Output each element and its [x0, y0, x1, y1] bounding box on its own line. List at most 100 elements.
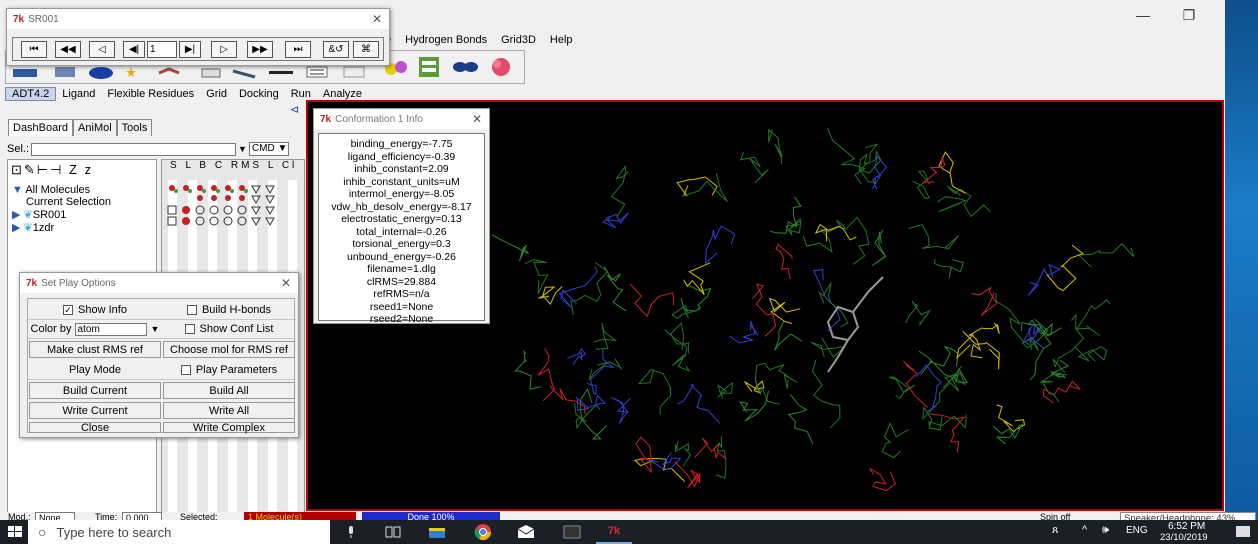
tk-icon: 7k	[13, 13, 25, 25]
column-markers-icon[interactable]	[166, 184, 296, 234]
expand-icon: ▼	[12, 184, 26, 196]
tab-tools[interactable]: Tools	[116, 119, 153, 136]
conf-line: rseed1=None	[369, 300, 434, 313]
make-clust-rms-ref-button[interactable]: Make clust RMS ref	[29, 341, 161, 358]
main-window: — ❐ ✕ e Hydrogen Bonds Grid3D Help ADT4.…	[0, 0, 1258, 523]
write-current-button[interactable]: Write Current	[29, 402, 161, 419]
menu-item-help[interactable]: Help	[550, 34, 573, 46]
molecule-icon: ❦	[23, 209, 33, 221]
taskbar-search[interactable]: ○ Type here to search	[28, 520, 330, 544]
fast-forward-button[interactable]: ▶▶	[247, 41, 273, 58]
sr001-title: SR001	[28, 13, 59, 25]
file-explorer-icon[interactable]	[428, 523, 446, 541]
clock-date[interactable]: 23/10/2019	[1160, 532, 1208, 543]
conf-line: unbound_energy=-0.26	[347, 250, 456, 263]
color-by-row: Color by atom ▼	[28, 320, 162, 339]
dropdown-arrow-icon[interactable]: ▼	[238, 144, 247, 154]
write-all-button[interactable]: Write All	[163, 402, 295, 419]
dropdown-arrow-icon[interactable]: ▼	[151, 324, 160, 334]
column-headers[interactable]: S L B C RMS L Cl	[170, 160, 297, 171]
build-all-button[interactable]: Build All	[163, 382, 295, 399]
adt-taskbar-icon[interactable]: 7k	[596, 520, 632, 544]
settings-icon[interactable]: ⌘	[353, 41, 379, 58]
current-selection[interactable]: Current Selection	[8, 196, 156, 208]
cmd-select[interactable]: CMD ▼	[248, 142, 289, 156]
speaker-icon[interactable]: 🕪	[1102, 524, 1109, 537]
show-conf-list-checkbox[interactable]: Show Conf List	[162, 320, 296, 339]
frame-input[interactable]: 1	[147, 41, 177, 58]
windows-start-icon[interactable]	[6, 523, 24, 541]
write-complex-button[interactable]: Write Complex	[163, 422, 295, 434]
grid-tools-icon[interactable]	[416, 55, 442, 79]
tab-run[interactable]: Run	[285, 88, 317, 100]
tab-ligand[interactable]: Ligand	[56, 88, 101, 100]
play-mode-button[interactable]: Play Mode	[28, 361, 162, 380]
close-icon[interactable]: ✕	[281, 276, 291, 290]
minimize-button[interactable]: —	[1120, 0, 1166, 30]
tree-item-1zdr[interactable]: ▶ ❦1zdr	[8, 221, 156, 234]
dashboard-tabs: DashBoard AniMol Tools	[8, 119, 153, 136]
set-play-title: Set Play Options	[41, 277, 116, 289]
play-parameters-checkbox[interactable]: Play Parameters	[162, 361, 296, 380]
tab-grid[interactable]: Grid	[200, 88, 233, 100]
first-frame-button[interactable]: ⏮	[21, 41, 47, 58]
conf-line: ligand_efficiency=-0.39	[347, 150, 456, 163]
conformation-info-window: 7k Conformation 1 Info ✕ binding_energy=…	[313, 108, 490, 325]
build-hbonds-checkbox[interactable]: Build H-bonds	[162, 301, 296, 320]
last-frame-button[interactable]: ⏭	[285, 41, 311, 58]
play-button[interactable]: ▷	[211, 41, 237, 58]
microphone-icon[interactable]	[342, 523, 360, 541]
tk-icon: 7k	[26, 277, 38, 289]
taskbar: ○ Type here to search 7k ጸ ^ 🕪 ENG 6:52 …	[0, 520, 1258, 544]
tab-flexible-residues[interactable]: Flexible Residues	[101, 88, 200, 100]
terminal-icon[interactable]	[563, 523, 581, 541]
tree-tools-icons[interactable]: ⊡✎⊢⊣ Z z	[8, 160, 156, 180]
tab-analyze[interactable]: Analyze	[317, 88, 368, 100]
loop-icon[interactable]: &↺	[323, 41, 349, 58]
conformation-title-bar[interactable]: 7k Conformation 1 Info ✕	[314, 109, 489, 129]
chrome-icon[interactable]	[474, 523, 492, 541]
step-back-button[interactable]: ◀|	[123, 41, 145, 58]
close-icon[interactable]: ✕	[372, 12, 382, 26]
tab-dashboard[interactable]: DashBoard	[8, 119, 74, 136]
set-play-title-bar[interactable]: 7k Set Play Options ✕	[20, 273, 298, 293]
fast-back-button[interactable]: ◀◀	[55, 41, 81, 58]
search-placeholder: Type here to search	[56, 524, 172, 540]
step-forward-button[interactable]: ▶|	[179, 41, 201, 58]
choose-mol-rms-ref-button[interactable]: Choose mol for RMS ref	[163, 341, 295, 358]
menu-item-grid3d[interactable]: Grid3D	[501, 34, 536, 46]
build-current-button[interactable]: Build Current	[29, 382, 161, 399]
conf-line: filename=1.dlg	[367, 263, 436, 275]
tree-root[interactable]: ▼ All Molecules	[8, 184, 156, 196]
task-view-icon[interactable]	[384, 523, 402, 541]
tab-animol[interactable]: AniMol	[73, 119, 117, 136]
people-icon[interactable]: ጸ	[1052, 524, 1058, 537]
sr001-title-bar[interactable]: 7k SR001 ✕	[7, 9, 389, 29]
menu-item-hydrogen-bonds[interactable]: Hydrogen Bonds	[405, 34, 487, 46]
color-by-select[interactable]: atom	[74, 322, 147, 336]
tab-docking[interactable]: Docking	[233, 88, 285, 100]
conf-line: torsional_energy=0.3	[352, 238, 451, 250]
back-button[interactable]: ◁	[89, 41, 115, 58]
chevron-up-icon[interactable]: ^	[1082, 524, 1087, 536]
clock-time[interactable]: 6:52 PM	[1168, 521, 1205, 532]
close-icon[interactable]: ✕	[472, 112, 482, 126]
tab-adt[interactable]: ADT4.2	[5, 87, 57, 101]
checkmark-icon: ✓	[63, 305, 74, 315]
collapsed-icon: ▶	[12, 222, 24, 234]
mail-icon[interactable]	[517, 523, 535, 541]
language-indicator[interactable]: ENG	[1126, 525, 1148, 536]
restore-button[interactable]: ❐	[1166, 0, 1212, 30]
show-info-checkbox[interactable]: ✓ Show Info	[28, 301, 162, 320]
stereo-glasses-icon[interactable]	[452, 55, 478, 79]
conformation-info-box: binding_energy=-7.75 ligand_efficiency=-…	[318, 133, 485, 325]
sel-label: Sel.:	[7, 143, 30, 155]
surface-icon[interactable]	[488, 55, 514, 79]
tk-icon: 7k	[320, 113, 332, 125]
selection-input[interactable]	[31, 142, 237, 156]
collapse-arrow-icon[interactable]: ⊲	[290, 103, 304, 116]
notifications-icon[interactable]	[1234, 523, 1252, 541]
conf-line: inhib_constant=2.09	[354, 163, 449, 175]
tree-item-sr001[interactable]: ▶ ❦SR001	[8, 208, 156, 221]
close-button[interactable]: Close	[29, 422, 161, 434]
